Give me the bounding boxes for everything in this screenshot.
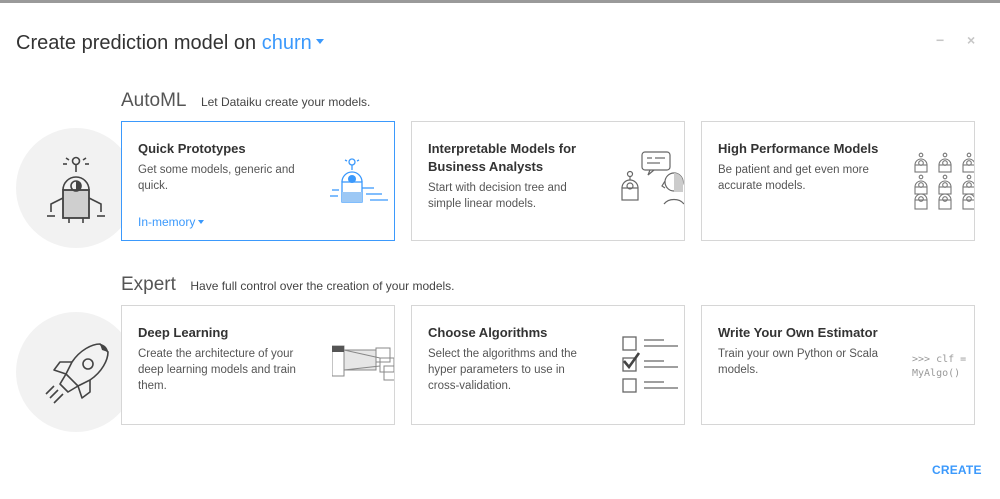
- expert-title: Expert: [121, 274, 176, 295]
- expert-subtitle: Have full control over the creation of y…: [190, 279, 455, 293]
- card-deep-learning[interactable]: Deep Learning Create the architecture of…: [121, 305, 395, 425]
- card-title: Choose Algorithms: [428, 325, 548, 340]
- title-prefix: Create prediction model on: [16, 32, 257, 54]
- automl-title: AutoML: [121, 90, 187, 111]
- code-line-2: MyAlgo(): [912, 368, 960, 379]
- card-quick-prototypes[interactable]: Quick Prototypes Get some models, generi…: [121, 121, 395, 241]
- card-title: Quick Prototypes: [138, 141, 246, 156]
- automl-heading: AutoML Let Dataiku create your models.: [121, 90, 370, 112]
- card-description: Train your own Python or Scala models.: [718, 348, 879, 376]
- chevron-down-icon: [315, 39, 324, 45]
- checklist-icon: [622, 336, 678, 393]
- card-description: Start with decision tree and simple line…: [428, 182, 567, 210]
- code-icon: >>> clf = MyAlgo(): [912, 354, 966, 379]
- dialog-title: Create prediction model on churn: [16, 32, 324, 55]
- automl-subtitle: Let Dataiku create your models.: [200, 95, 371, 109]
- card-high-performance[interactable]: High Performance Models Be patient and g…: [701, 121, 975, 241]
- rocket-icon: [45, 343, 109, 404]
- quick-prototype-icon: [330, 158, 388, 203]
- automl-robot-badge: [16, 128, 136, 248]
- code-line-1: >>> clf =: [912, 354, 966, 365]
- card-choose-algorithms[interactable]: Choose Algorithms Select the algorithms …: [411, 305, 685, 425]
- card-description: Create the architecture of your deep lea…: [138, 348, 296, 392]
- card-title: Interpretable Models for Business Analys…: [428, 141, 577, 174]
- dataset-name: churn: [261, 32, 312, 54]
- expert-heading: Expert Have full control over the creati…: [121, 274, 455, 296]
- engine-dropdown[interactable]: In-memory: [138, 215, 205, 229]
- card-title: Deep Learning: [138, 325, 229, 340]
- create-button[interactable]: CREATE: [932, 463, 982, 477]
- expert-rocket-badge: [16, 312, 136, 432]
- card-description: Select the algorithms and the hyper para…: [428, 348, 577, 392]
- chevron-down-icon: [198, 219, 205, 224]
- card-description: Get some models, generic and quick.: [138, 164, 295, 192]
- minimize-button[interactable]: −: [936, 30, 944, 50]
- robot-grid-icon: [914, 152, 974, 210]
- robot-icon: [47, 156, 105, 223]
- interpretable-models-icon: [621, 151, 684, 205]
- card-description: Be patient and get even more accurate mo…: [718, 164, 869, 192]
- neural-layers-icon: [332, 345, 394, 381]
- card-title: High Performance Models: [718, 141, 879, 156]
- card-interpretable-models[interactable]: Interpretable Models for Business Analys…: [411, 121, 685, 241]
- top-border: [0, 0, 1000, 3]
- close-button[interactable]: ×: [967, 30, 975, 50]
- dataset-selector[interactable]: churn: [262, 32, 324, 54]
- card-own-estimator[interactable]: Write Your Own Estimator Train your own …: [701, 305, 975, 425]
- engine-label: In-memory: [138, 215, 196, 229]
- card-title: Write Your Own Estimator: [718, 325, 878, 340]
